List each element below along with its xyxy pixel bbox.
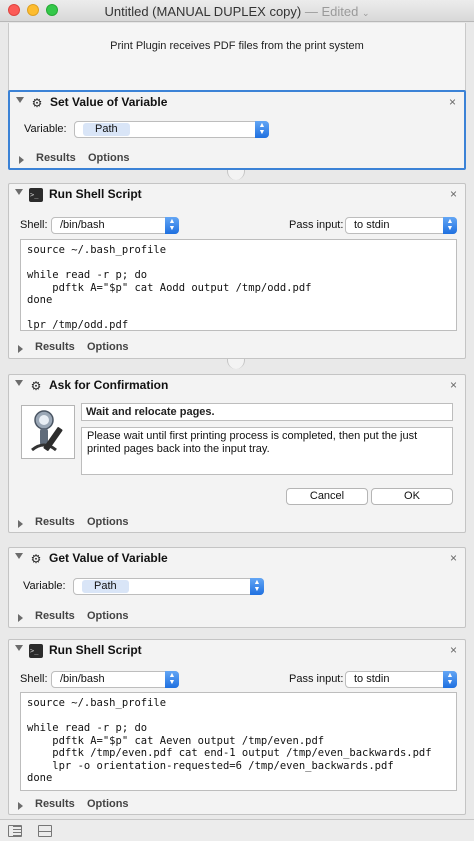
popup-stepper-icon: ▲ ▼: [165, 671, 179, 688]
variable-icon: ⚙: [31, 96, 43, 110]
script-editor[interactable]: source ~/.bash_profile while read -r p; …: [20, 239, 457, 331]
shell-label: Shell:: [20, 219, 48, 231]
action-footer: Results Options: [9, 512, 465, 534]
results-tab[interactable]: Results: [35, 516, 75, 528]
disclosure-triangle-icon[interactable]: [15, 189, 23, 195]
action-footer: Results Options: [10, 148, 464, 170]
terminal-icon: >_: [29, 644, 43, 658]
shell-value: /bin/bash: [60, 219, 105, 231]
action-footer: Results Options: [9, 337, 465, 359]
edited-status: — Edited: [304, 4, 359, 19]
workflow-canvas: Print Plugin receives PDF files from the…: [0, 23, 474, 819]
window-title[interactable]: Untitled (MANUAL DUPLEX copy) — Edited ⌄: [0, 4, 474, 19]
footer-disclosure-icon[interactable]: [18, 520, 23, 528]
log-view-icon[interactable]: [8, 825, 22, 837]
ok-button[interactable]: OK: [371, 488, 453, 505]
shell-popup[interactable]: /bin/bash ▲ ▼: [51, 217, 179, 234]
popup-stepper-icon: ▲ ▼: [443, 217, 457, 234]
variable-token: Path: [83, 123, 130, 136]
workflow-input-header: Print Plugin receives PDF files from the…: [8, 23, 466, 91]
options-tab[interactable]: Options: [87, 610, 129, 622]
options-tab[interactable]: Options: [87, 798, 129, 810]
action-header: >_ Run Shell Script ×: [9, 184, 465, 206]
variable-token: Path: [82, 580, 129, 593]
action-header: ⚙ Ask for Confirmation ×: [9, 375, 465, 397]
disclosure-triangle-icon[interactable]: [16, 97, 24, 103]
variable-icon: ⚙: [30, 379, 42, 393]
disclosure-triangle-icon[interactable]: [15, 553, 23, 559]
variable-popup[interactable]: Path ▲ ▼: [74, 121, 269, 138]
chevron-down-icon: ⌄: [361, 8, 370, 18]
action-header: ⚙ Get Value of Variable ×: [9, 548, 465, 570]
options-tab[interactable]: Options: [87, 516, 129, 528]
shell-value: /bin/bash: [60, 673, 105, 685]
dialog-title-field[interactable]: Wait and relocate pages.: [81, 403, 453, 421]
footer-disclosure-icon[interactable]: [18, 345, 23, 353]
close-icon[interactable]: ×: [450, 643, 457, 657]
action-title: Run Shell Script: [49, 643, 142, 657]
variable-label: Variable:: [24, 123, 67, 135]
automator-robot-icon: [21, 405, 75, 459]
shell-popup[interactable]: /bin/bash ▲ ▼: [51, 671, 179, 688]
shell-label: Shell:: [20, 673, 48, 685]
close-icon[interactable]: ×: [450, 378, 457, 392]
action-connector: [227, 170, 245, 180]
action-run-shell-script-1[interactable]: >_ Run Shell Script × Shell: /bin/bash ▲…: [8, 183, 466, 359]
action-title: Set Value of Variable: [50, 95, 168, 109]
close-icon[interactable]: ×: [450, 187, 457, 201]
popup-stepper-icon: ▲ ▼: [250, 578, 264, 595]
action-title: Get Value of Variable: [49, 551, 168, 565]
action-footer: Results Options: [9, 794, 465, 816]
variable-popup[interactable]: Path ▲ ▼: [73, 578, 264, 595]
dialog-message-field[interactable]: Please wait until first printing process…: [81, 427, 453, 475]
action-get-value-of-variable[interactable]: ⚙ Get Value of Variable × Variable: Path…: [8, 547, 466, 628]
options-tab[interactable]: Options: [87, 341, 129, 353]
variables-view-icon[interactable]: [38, 825, 52, 837]
window-title-text: Untitled (MANUAL DUPLEX copy): [104, 4, 302, 19]
pass-input-label: Pass input:: [289, 219, 344, 231]
action-set-value-of-variable[interactable]: ⚙ Set Value of Variable × Variable: Path…: [8, 90, 466, 170]
disclosure-triangle-icon[interactable]: [15, 645, 23, 651]
popup-stepper-icon: ▲ ▼: [165, 217, 179, 234]
footer-disclosure-icon[interactable]: [18, 802, 23, 810]
options-tab[interactable]: Options: [88, 152, 130, 164]
action-connector: [227, 359, 245, 369]
script-editor[interactable]: source ~/.bash_profile while read -r p; …: [20, 692, 457, 791]
disclosure-triangle-icon[interactable]: [15, 380, 23, 386]
pass-input-value: to stdin: [354, 219, 390, 231]
footer-disclosure-icon[interactable]: [19, 156, 24, 164]
results-tab[interactable]: Results: [35, 798, 75, 810]
workflow-input-text: Print Plugin receives PDF files from the…: [110, 40, 364, 52]
action-header: >_ Run Shell Script ×: [9, 640, 465, 662]
action-run-shell-script-2[interactable]: >_ Run Shell Script × Shell: /bin/bash ▲…: [8, 639, 466, 815]
results-tab[interactable]: Results: [35, 610, 75, 622]
popup-stepper-icon: ▲ ▼: [255, 121, 269, 138]
variable-label: Variable:: [23, 580, 66, 592]
close-icon[interactable]: ×: [449, 95, 456, 109]
variable-icon: ⚙: [30, 552, 42, 566]
pass-input-popup[interactable]: to stdin ▲ ▼: [345, 671, 457, 688]
close-icon[interactable]: ×: [450, 551, 457, 565]
action-footer: Results Options: [9, 606, 465, 628]
bottom-bar: [0, 819, 474, 841]
terminal-icon: >_: [29, 188, 43, 202]
action-header: ⚙ Set Value of Variable ×: [10, 92, 464, 114]
pass-input-value: to stdin: [354, 673, 390, 685]
cancel-button[interactable]: Cancel: [286, 488, 368, 505]
title-bar: Untitled (MANUAL DUPLEX copy) — Edited ⌄: [0, 0, 474, 22]
pass-input-label: Pass input:: [289, 673, 344, 685]
action-title: Run Shell Script: [49, 187, 142, 201]
action-ask-for-confirmation[interactable]: ⚙ Ask for Confirmation × Wait and reloca…: [8, 374, 466, 533]
action-title: Ask for Confirmation: [49, 378, 169, 392]
results-tab[interactable]: Results: [35, 341, 75, 353]
results-tab[interactable]: Results: [36, 152, 76, 164]
footer-disclosure-icon[interactable]: [18, 614, 23, 622]
popup-stepper-icon: ▲ ▼: [443, 671, 457, 688]
pass-input-popup[interactable]: to stdin ▲ ▼: [345, 217, 457, 234]
